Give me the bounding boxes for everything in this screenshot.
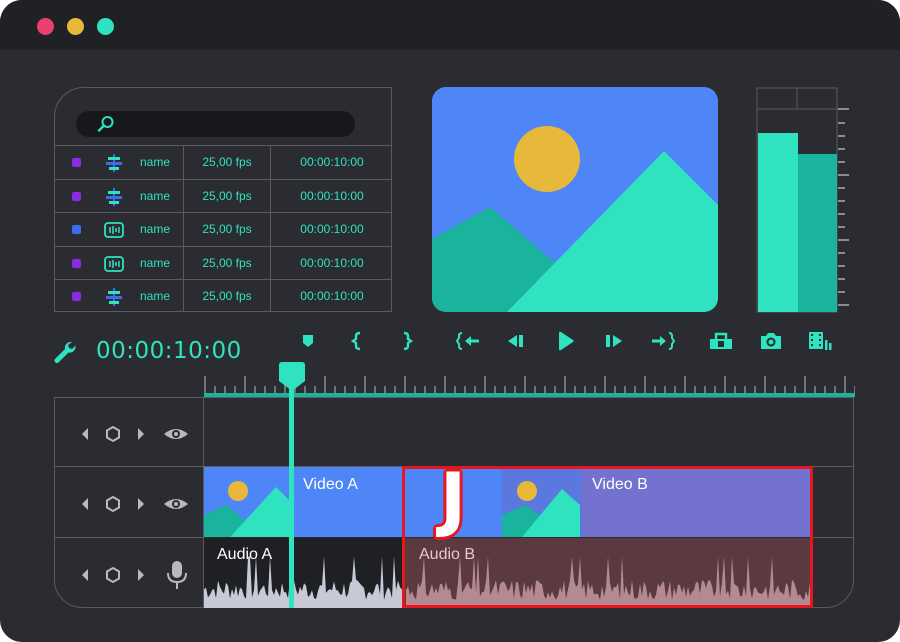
media-duration: 00:00:10:00	[300, 289, 364, 303]
media-browser: name 25,00 fps 00:00:10:00 name 25,00 fps 00:…	[54, 87, 392, 312]
clip-label-video-a: Video A	[303, 476, 358, 493]
film-export-icon[interactable]	[806, 328, 834, 354]
track-header-1	[82, 425, 188, 443]
snapshot-icon[interactable]	[757, 328, 785, 354]
media-row[interactable]: name 25,00 fps 00:00:10:00	[55, 212, 391, 245]
media-duration: 00:00:10:00	[300, 222, 364, 236]
media-row[interactable]: name 25,00 fps 00:00:10:00	[55, 245, 391, 279]
microphone-icon	[172, 561, 182, 578]
next-keyframe-icon	[138, 428, 144, 440]
media-table: name 25,00 fps 00:00:10:00 name 25,00 fps 00:…	[55, 145, 391, 311]
color-swatch	[72, 191, 81, 201]
marker-icon[interactable]	[294, 328, 322, 354]
media-name: name	[139, 155, 171, 169]
insert-icon[interactable]	[707, 328, 735, 354]
media-name: name	[139, 289, 171, 303]
hotkey-label: J	[440, 458, 467, 540]
go-to-out-icon[interactable]	[648, 328, 676, 354]
minimize-button[interactable]	[67, 18, 84, 35]
timecode-display: 00:00:10:00	[96, 338, 242, 364]
audio-clip-icon	[104, 222, 124, 238]
color-swatch	[72, 225, 81, 234]
media-duration: 00:00:10:00	[300, 155, 364, 169]
color-swatch	[72, 292, 81, 301]
media-row[interactable]: name 25,00 fps 00:00:10:00	[55, 145, 391, 178]
step-forward-icon[interactable]	[600, 328, 628, 354]
search-icon	[97, 116, 114, 132]
media-duration: 00:00:10:00	[300, 188, 364, 203]
audio-level-meter	[756, 87, 849, 313]
step-back-icon[interactable]	[502, 328, 530, 354]
media-row[interactable]: name 25,00 fps 00:00:10:00	[55, 279, 391, 311]
color-swatch	[72, 258, 81, 268]
media-fps: 25,00 fps	[202, 188, 252, 203]
video-track-icon	[106, 288, 122, 306]
video-track-icon	[106, 154, 122, 172]
media-name: name	[139, 222, 171, 236]
play-icon[interactable]	[551, 328, 579, 354]
media-name: name	[139, 255, 171, 270]
color-swatch	[72, 158, 81, 167]
track-header-2	[82, 495, 188, 513]
track-header-3	[82, 561, 187, 589]
out-point-icon[interactable]	[392, 328, 420, 354]
media-fps: 25,00 fps	[202, 222, 252, 236]
media-row[interactable]: name 25,00 fps 00:00:10:00	[55, 178, 391, 212]
editor-window: name 25,00 fps 00:00:10:00 name 25,00 fps 00:…	[0, 0, 900, 642]
audio-clip-icon	[104, 255, 124, 272]
title-bar	[0, 0, 900, 50]
maximize-button[interactable]	[97, 18, 114, 35]
search-input[interactable]	[76, 111, 355, 137]
playhead[interactable]	[276, 361, 308, 609]
in-point-icon[interactable]	[344, 328, 372, 354]
go-to-in-icon[interactable]	[455, 328, 483, 354]
video-track-icon	[106, 187, 122, 206]
wrench-icon[interactable]	[52, 339, 78, 365]
close-button[interactable]	[37, 18, 54, 35]
prev-keyframe-icon	[82, 428, 88, 440]
media-name: name	[139, 188, 171, 203]
clip-label-audio-a: Audio A	[217, 546, 273, 563]
media-duration: 00:00:10:00	[300, 255, 364, 270]
media-fps: 25,00 fps	[202, 155, 252, 169]
preview-monitor	[432, 87, 718, 312]
media-fps: 25,00 fps	[202, 255, 252, 270]
media-fps: 25,00 fps	[202, 289, 252, 303]
keyframe-icon	[106, 425, 120, 443]
